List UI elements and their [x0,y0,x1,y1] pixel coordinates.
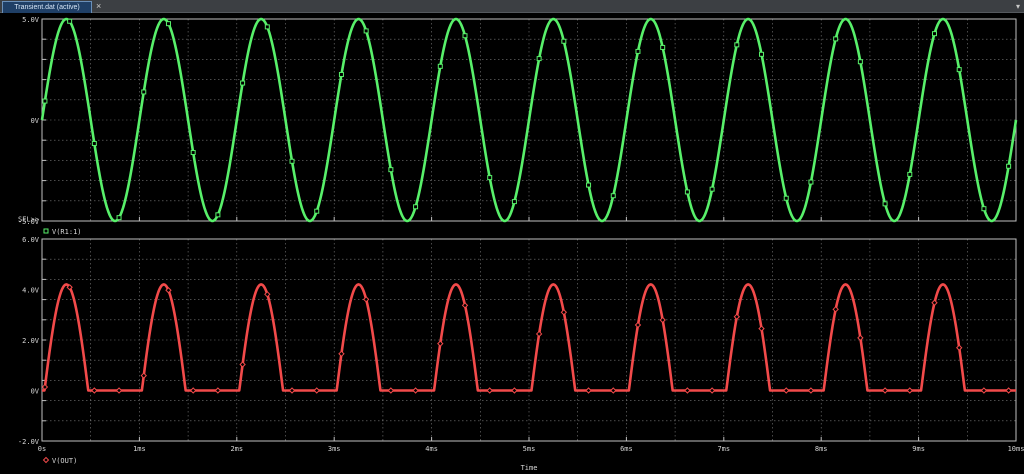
series-v-r1-1-marker [956,67,962,73]
x-tick-label: 9ms [912,445,925,453]
series-v-r1-1-marker [413,204,419,210]
y-tick-label: 0V [31,117,40,125]
series-v-r1-1-marker [141,89,147,95]
series-v-r1-1-marker [67,18,73,24]
legend-marker-v-r1-1 [43,228,49,234]
y-tick-label: 4.0V [22,287,40,295]
waveform-plot-area[interactable]: 5.0V0V-5.0V6.0V4.0V2.0V0V-2.0V0s 1ms 2ms 3m… [0,13,1024,474]
series-v-r1-1-marker [511,199,517,205]
x-tick-label: 1ms [133,445,146,453]
series-v-r1-1-marker [190,150,196,156]
sel-marker: SEL>> [18,216,39,224]
y-tick-label: 2.0V [22,337,40,345]
series-v-r1-1-marker [907,171,913,177]
series-v-r1-1-marker [314,208,320,214]
series-v-r1-1-marker [857,59,863,65]
series-v-r1-1-marker [882,201,888,207]
series-v-r1-1-marker [42,98,48,104]
x-tick-label: 0s [38,445,46,453]
legend-label-v-r1-1: V(R1:1) [52,228,82,236]
series-v-r1-1-marker [165,21,171,27]
series-v-r1-1-marker [734,42,740,48]
series-v-r1-1-marker [116,215,122,221]
series-v-r1-1-marker [338,71,344,77]
series-v-r1-1-marker [709,186,715,192]
tab-menu-icon[interactable]: ▾ [1016,1,1020,12]
x-tick-label: 6ms [620,445,633,453]
x-tick-label: 10ms [1008,445,1024,453]
series-v-r1-1-marker [808,179,814,185]
x-tick-label: 3ms [328,445,341,453]
series-v-r1-1-marker [610,193,616,199]
series-v-r1-1-marker [1006,163,1012,169]
series-v-r1-1-marker [981,206,987,212]
series-v-r1-1-marker [684,189,690,195]
x-tick-label: 4ms [425,445,438,453]
series-v-r1-1-marker [91,141,97,147]
legend-label-v-out: V(OUT) [52,457,77,465]
x-tick-label: 8ms [815,445,828,453]
series-v-r1-1-marker [437,63,443,69]
tab-transient-dat[interactable]: Transient.dat (active) [2,1,92,13]
x-tick-label: 2ms [230,445,243,453]
series-v-r1-1-marker [635,48,641,54]
y-tick-label: 5.0V [22,16,40,24]
series-v-r1-1-marker [536,56,542,62]
series-v-r1-1-marker [833,36,839,42]
series-v-r1-1-marker [783,195,789,201]
series-v-r1-1-marker [388,167,394,173]
series-v-r1-1-marker [660,44,666,50]
x-axis-title: Time [521,464,538,472]
series-v-r1-1-marker [462,33,468,39]
series-v-r1-1-marker [487,175,493,181]
series-v-r1-1-marker [561,38,567,44]
y-tick-label: -2.0V [18,438,40,446]
series-v-r1-1-marker [759,51,765,57]
x-tick-label: 5ms [523,445,536,453]
tab-bar: Transient.dat (active) × ▾ [0,0,1024,13]
series-v-r1-1-marker [215,212,221,218]
series-v-r1-1-marker [363,28,369,34]
y-tick-label: 0V [31,388,40,396]
series-v-r1-1-marker [586,182,592,188]
series-v-r1-1-marker [264,24,270,30]
series-v-r1-1-marker [289,158,295,164]
y-tick-label: 6.0V [22,236,40,244]
series-v-r1-1-marker [931,31,937,37]
close-tab-icon[interactable]: × [96,1,101,12]
x-tick-label: 7ms [717,445,730,453]
series-v-r1-1-marker [240,80,246,86]
